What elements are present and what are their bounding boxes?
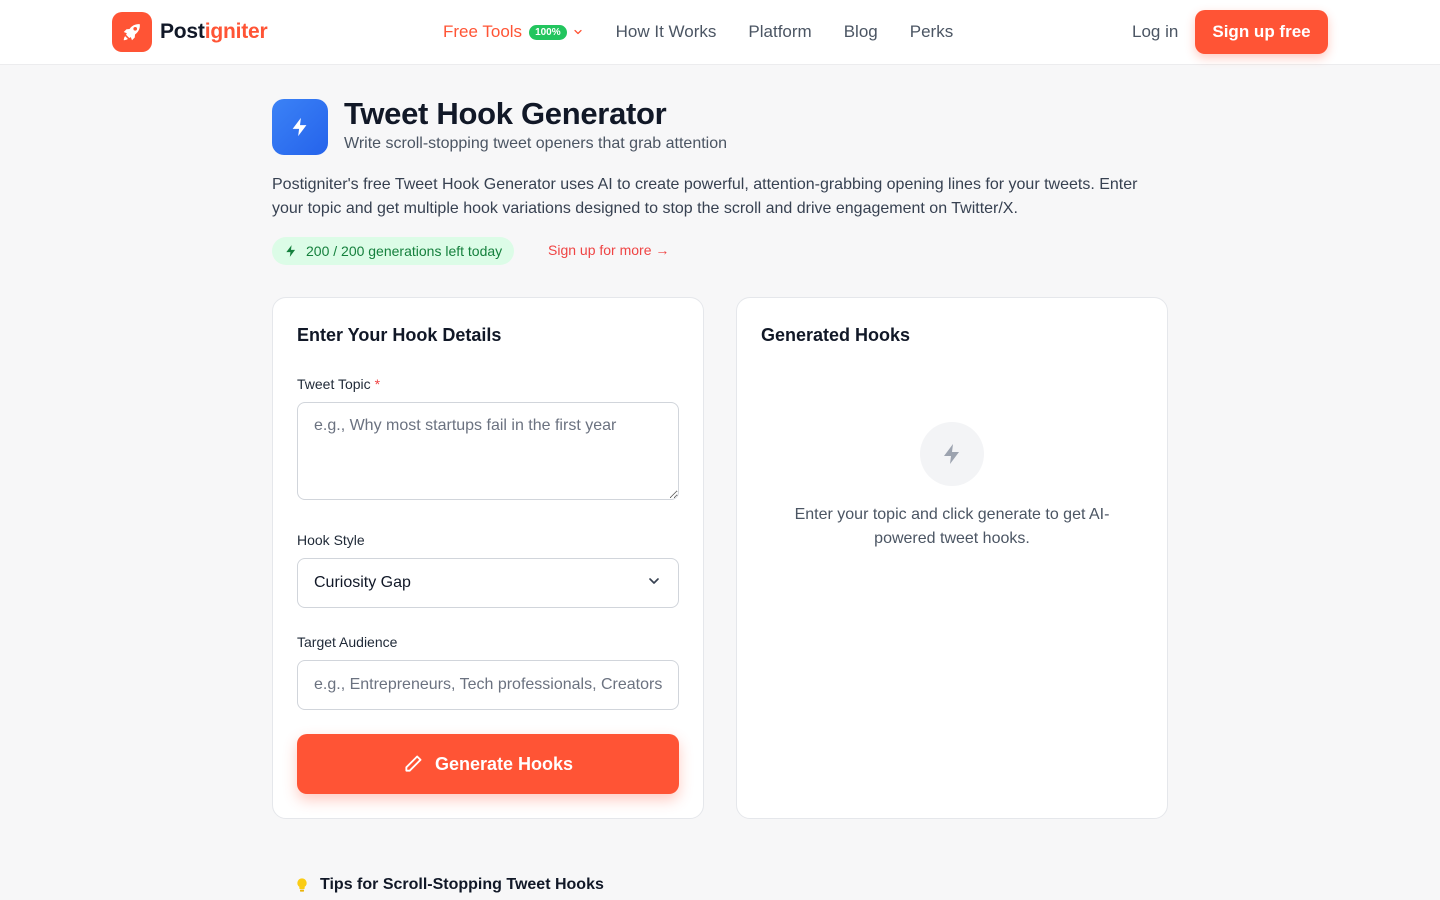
required-mark: * [374,376,381,392]
lightbulb-icon [294,876,310,894]
nav-how-it-works[interactable]: How It Works [616,22,717,42]
signup-button[interactable]: Sign up free [1195,10,1328,54]
bolt-icon [920,422,984,486]
chevron-down-icon [646,573,662,594]
bolt-icon [284,244,298,258]
hook-style-value: Curiosity Gap [314,574,411,591]
login-link[interactable]: Log in [1132,22,1178,42]
nav-perks[interactable]: Perks [910,22,953,42]
generations-text: 200 / 200 generations left today [306,243,503,259]
generate-hooks-label: Generate Hooks [434,753,574,774]
target-audience-input[interactable] [297,660,679,710]
main-nav: Free Tools 100% How It Works Platform Bl… [443,0,985,64]
free-tools-badge: 100% [529,24,567,40]
rocket-icon [112,12,152,52]
generated-hooks-card: Generated Hooks Enter your topic and cli… [736,297,1168,819]
target-audience-label: Target Audience [297,634,398,650]
hook-style-label: Hook Style [297,532,365,548]
generate-hooks-button[interactable]: Generate Hooks [297,734,679,794]
nav-free-tools[interactable]: Free Tools 100% [443,22,584,42]
pencil-icon [403,754,423,774]
empty-state-text: Enter your topic and click generate to g… [794,506,1110,547]
tweet-topic-input[interactable] [297,402,679,500]
tips-title: Tips for Scroll-Stopping Tweet Hooks [320,876,604,893]
nav-platform[interactable]: Platform [748,22,811,42]
generations-badge: 200 / 200 generations left today [272,237,515,265]
tool-description: Postigniter's free Tweet Hook Generator … [272,176,1138,217]
page-subtitle: Write scroll-stopping tweet openers that… [344,135,728,152]
hook-details-card: Enter Your Hook Details Tweet Topic * Ho… [272,297,704,819]
tips-heading: Tips for Scroll-Stopping Tweet Hooks [294,876,604,894]
form-title: Enter Your Hook Details [297,325,502,345]
signup-more-link[interactable]: Sign up for more → [548,242,669,258]
bolt-icon [272,99,328,155]
logo-text: Postigniter [160,20,268,43]
results-title: Generated Hooks [761,325,911,345]
site-header: Postigniter Free Tools 100% How It Works… [0,0,1440,65]
tweet-topic-label: Tweet Topic * [297,376,381,392]
hook-style-select[interactable]: Curiosity Gap [297,558,679,608]
page-title: Tweet Hook Generator [344,96,667,131]
chevron-down-icon [572,26,584,38]
nav-free-tools-label: Free Tools [443,22,523,41]
logo-link[interactable]: Postigniter [112,12,268,52]
nav-blog[interactable]: Blog [844,22,878,42]
